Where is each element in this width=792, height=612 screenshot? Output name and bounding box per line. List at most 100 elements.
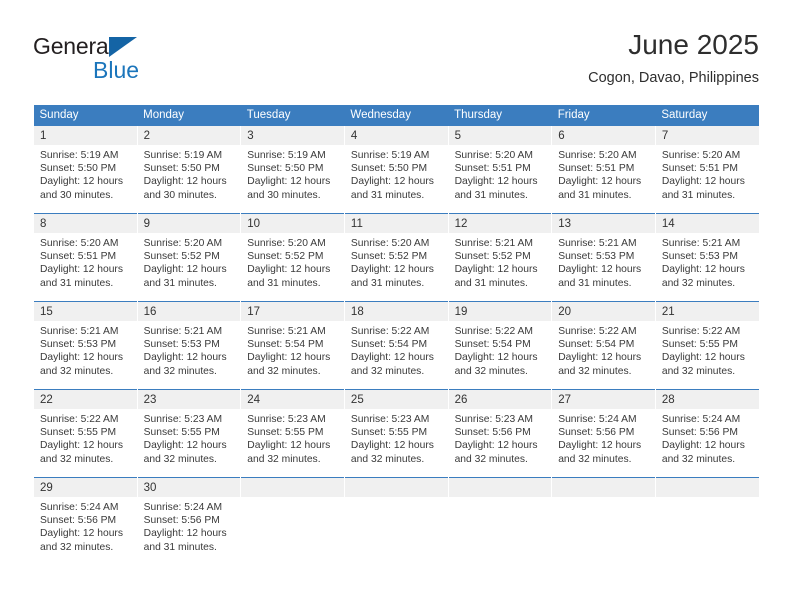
day-number: 21 bbox=[655, 302, 759, 321]
day-number bbox=[344, 478, 448, 497]
day-number: 3 bbox=[241, 126, 344, 145]
calendar-day-cell[interactable]: 2 Sunrise: 5:19 AM Sunset: 5:50 PM Daylight… bbox=[136, 125, 241, 214]
calendar-day-cell[interactable]: 10 Sunrise: 5:20 AM Sunset: 5:52 PM Dayligh… bbox=[240, 213, 345, 302]
calendar-day-cell[interactable]: 24 Sunrise: 5:23 AM Sunset: 5:55 PM Dayligh… bbox=[240, 389, 345, 478]
daylight-text: Daylight: 12 hours and 31 minutes. bbox=[558, 264, 642, 289]
day-details: Sunrise: 5:19 AM Sunset: 5:50 PM Daylight:… bbox=[241, 145, 344, 202]
page-title: June 2025 bbox=[628, 29, 759, 60]
daylight-text: Daylight: 12 hours and 32 minutes. bbox=[247, 352, 331, 377]
sunrise-text: Sunrise: 5:20 AM bbox=[40, 238, 119, 249]
daylight-text: Daylight: 12 hours and 32 minutes. bbox=[247, 440, 331, 465]
calendar-day-cell[interactable]: 1 Sunrise: 5:19 AM Sunset: 5:50 PM Daylight… bbox=[33, 125, 138, 214]
sunrise-text: Sunrise: 5:24 AM bbox=[661, 414, 741, 425]
calendar-week-row: 8 Sunrise: 5:20 AM Sunset: 5:51 PM Daylight… bbox=[33, 213, 759, 302]
daylight-text: Daylight: 12 hours and 30 minutes. bbox=[143, 176, 227, 201]
day-number: 5 bbox=[448, 126, 552, 145]
calendar-cell-empty bbox=[447, 477, 552, 566]
sunset-text: Sunset: 5:56 PM bbox=[40, 515, 117, 527]
calendar-day-cell[interactable]: 26 Sunrise: 5:23 AM Sunset: 5:56 PM Dayligh… bbox=[447, 389, 552, 478]
calendar-day-cell[interactable]: 28 Sunrise: 5:24 AM Sunset: 5:56 PM Dayligh… bbox=[654, 389, 759, 478]
weekday-header-monday: Monday bbox=[137, 105, 241, 126]
sunset-text: Sunset: 5:51 PM bbox=[661, 163, 738, 175]
day-details: Sunrise: 5:21 AM Sunset: 5:53 PM Daylight:… bbox=[34, 321, 137, 378]
calendar-day-cell[interactable]: 14 Sunrise: 5:21 AM Sunset: 5:53 PM Dayligh… bbox=[654, 213, 759, 302]
day-details: Sunrise: 5:21 AM Sunset: 5:52 PM Daylight:… bbox=[449, 233, 552, 290]
calendar-day-cell[interactable]: 30 Sunrise: 5:24 AM Sunset: 5:56 PM Dayligh… bbox=[136, 477, 241, 566]
day-number: 22 bbox=[34, 390, 137, 409]
day-number: 20 bbox=[552, 302, 655, 321]
calendar-day-cell[interactable]: 15 Sunrise: 5:21 AM Sunset: 5:53 PM Dayligh… bbox=[33, 301, 138, 390]
calendar-day-cell[interactable]: 29 Sunrise: 5:24 AM Sunset: 5:56 PM Dayligh… bbox=[33, 477, 138, 566]
sunset-text: Sunset: 5:55 PM bbox=[247, 427, 324, 439]
sunrise-text: Sunrise: 5:22 AM bbox=[40, 414, 119, 425]
day-number: 16 bbox=[137, 302, 241, 321]
daylight-text: Daylight: 12 hours and 32 minutes. bbox=[661, 440, 745, 465]
calendar-day-cell[interactable]: 25 Sunrise: 5:23 AM Sunset: 5:55 PM Dayligh… bbox=[343, 389, 449, 478]
calendar-day-cell[interactable]: 7 Sunrise: 5:20 AM Sunset: 5:51 PM Daylight… bbox=[654, 125, 759, 214]
daylight-text: Daylight: 12 hours and 31 minutes. bbox=[143, 264, 227, 289]
calendar-week-row: 15 Sunrise: 5:21 AM Sunset: 5:53 PM Dayligh… bbox=[33, 301, 759, 390]
sunset-text: Sunset: 5:55 PM bbox=[661, 339, 738, 351]
calendar-day-cell[interactable]: 16 Sunrise: 5:21 AM Sunset: 5:53 PM Dayligh… bbox=[136, 301, 241, 390]
sunrise-text: Sunrise: 5:20 AM bbox=[247, 238, 326, 249]
calendar-day-cell[interactable]: 4 Sunrise: 5:19 AM Sunset: 5:50 PM Daylight… bbox=[343, 125, 449, 214]
calendar-day-cell[interactable]: 8 Sunrise: 5:20 AM Sunset: 5:51 PM Daylight… bbox=[33, 213, 138, 302]
calendar-day-cell[interactable]: 12 Sunrise: 5:21 AM Sunset: 5:52 PM Dayligh… bbox=[447, 213, 552, 302]
daylight-text: Daylight: 12 hours and 32 minutes. bbox=[350, 440, 434, 465]
day-number: 25 bbox=[344, 390, 448, 409]
day-details: Sunrise: 5:23 AM Sunset: 5:55 PM Daylight:… bbox=[138, 409, 241, 466]
day-details: Sunrise: 5:23 AM Sunset: 5:55 PM Daylight:… bbox=[241, 409, 344, 466]
calendar-day-cell[interactable]: 23 Sunrise: 5:23 AM Sunset: 5:55 PM Dayligh… bbox=[136, 389, 241, 478]
day-details: Sunrise: 5:20 AM Sunset: 5:52 PM Daylight:… bbox=[241, 233, 344, 290]
sunrise-text: Sunrise: 5:23 AM bbox=[143, 414, 223, 425]
calendar-day-cell[interactable]: 27 Sunrise: 5:24 AM Sunset: 5:56 PM Dayligh… bbox=[551, 389, 656, 478]
sunset-text: Sunset: 5:55 PM bbox=[350, 427, 428, 439]
general-blue-logo[interactable]: General Blue bbox=[33, 33, 233, 89]
daylight-text: Daylight: 12 hours and 31 minutes. bbox=[350, 176, 434, 201]
sunset-text: Sunset: 5:52 PM bbox=[143, 251, 220, 263]
day-details: Sunrise: 5:22 AM Sunset: 5:54 PM Daylight:… bbox=[449, 321, 552, 378]
sunrise-text: Sunrise: 5:19 AM bbox=[143, 150, 223, 161]
day-details: Sunrise: 5:19 AM Sunset: 5:50 PM Daylight:… bbox=[138, 145, 241, 202]
sunrise-text: Sunrise: 5:20 AM bbox=[143, 238, 223, 249]
sunset-text: Sunset: 5:52 PM bbox=[350, 251, 428, 263]
day-number: 29 bbox=[34, 478, 137, 497]
daylight-text: Daylight: 12 hours and 32 minutes. bbox=[661, 264, 745, 289]
day-details: Sunrise: 5:19 AM Sunset: 5:50 PM Daylight:… bbox=[34, 145, 137, 202]
daylight-text: Daylight: 12 hours and 32 minutes. bbox=[40, 352, 123, 377]
day-number: 28 bbox=[655, 390, 759, 409]
sunset-text: Sunset: 5:50 PM bbox=[40, 163, 117, 175]
calendar-day-cell[interactable]: 19 Sunrise: 5:22 AM Sunset: 5:54 PM Dayligh… bbox=[447, 301, 552, 390]
calendar-day-cell[interactable]: 6 Sunrise: 5:20 AM Sunset: 5:51 PM Daylight… bbox=[551, 125, 656, 214]
daylight-text: Daylight: 12 hours and 32 minutes. bbox=[40, 440, 123, 465]
sunset-text: Sunset: 5:52 PM bbox=[247, 251, 324, 263]
sunset-text: Sunset: 5:54 PM bbox=[558, 339, 635, 351]
sunset-text: Sunset: 5:53 PM bbox=[558, 251, 635, 263]
calendar-day-cell[interactable]: 11 Sunrise: 5:20 AM Sunset: 5:52 PM Dayligh… bbox=[343, 213, 449, 302]
day-number: 26 bbox=[448, 390, 552, 409]
sunrise-text: Sunrise: 5:22 AM bbox=[661, 326, 741, 337]
sunset-text: Sunset: 5:53 PM bbox=[143, 339, 220, 351]
sunrise-text: Sunrise: 5:24 AM bbox=[143, 502, 223, 513]
calendar-day-cell[interactable]: 9 Sunrise: 5:20 AM Sunset: 5:52 PM Daylight… bbox=[136, 213, 241, 302]
calendar-day-cell[interactable]: 17 Sunrise: 5:21 AM Sunset: 5:54 PM Dayligh… bbox=[240, 301, 345, 390]
sunrise-text: Sunrise: 5:19 AM bbox=[40, 150, 119, 161]
daylight-text: Daylight: 12 hours and 31 minutes. bbox=[454, 176, 538, 201]
weekday-header-thursday: Thursday bbox=[448, 105, 552, 126]
calendar-day-cell[interactable]: 20 Sunrise: 5:22 AM Sunset: 5:54 PM Dayligh… bbox=[551, 301, 656, 390]
logo-triangle-icon bbox=[109, 37, 137, 57]
calendar-day-cell[interactable]: 3 Sunrise: 5:19 AM Sunset: 5:50 PM Daylight… bbox=[240, 125, 345, 214]
calendar-day-cell[interactable]: 21 Sunrise: 5:22 AM Sunset: 5:55 PM Dayligh… bbox=[654, 301, 759, 390]
calendar-day-cell[interactable]: 5 Sunrise: 5:20 AM Sunset: 5:51 PM Daylight… bbox=[447, 125, 552, 214]
sunset-text: Sunset: 5:50 PM bbox=[143, 163, 220, 175]
sunset-text: Sunset: 5:55 PM bbox=[40, 427, 117, 439]
daylight-text: Daylight: 12 hours and 32 minutes. bbox=[661, 352, 745, 377]
calendar-cell-empty bbox=[240, 477, 345, 566]
calendar-day-cell[interactable]: 18 Sunrise: 5:22 AM Sunset: 5:54 PM Dayligh… bbox=[343, 301, 449, 390]
day-details: Sunrise: 5:22 AM Sunset: 5:54 PM Daylight:… bbox=[552, 321, 655, 378]
sunrise-text: Sunrise: 5:21 AM bbox=[454, 238, 533, 249]
calendar-day-cell[interactable]: 13 Sunrise: 5:21 AM Sunset: 5:53 PM Dayligh… bbox=[551, 213, 656, 302]
calendar-day-cell[interactable]: 22 Sunrise: 5:22 AM Sunset: 5:55 PM Dayligh… bbox=[33, 389, 138, 478]
daylight-text: Daylight: 12 hours and 31 minutes. bbox=[143, 528, 227, 553]
day-details: Sunrise: 5:21 AM Sunset: 5:53 PM Daylight:… bbox=[138, 321, 241, 378]
